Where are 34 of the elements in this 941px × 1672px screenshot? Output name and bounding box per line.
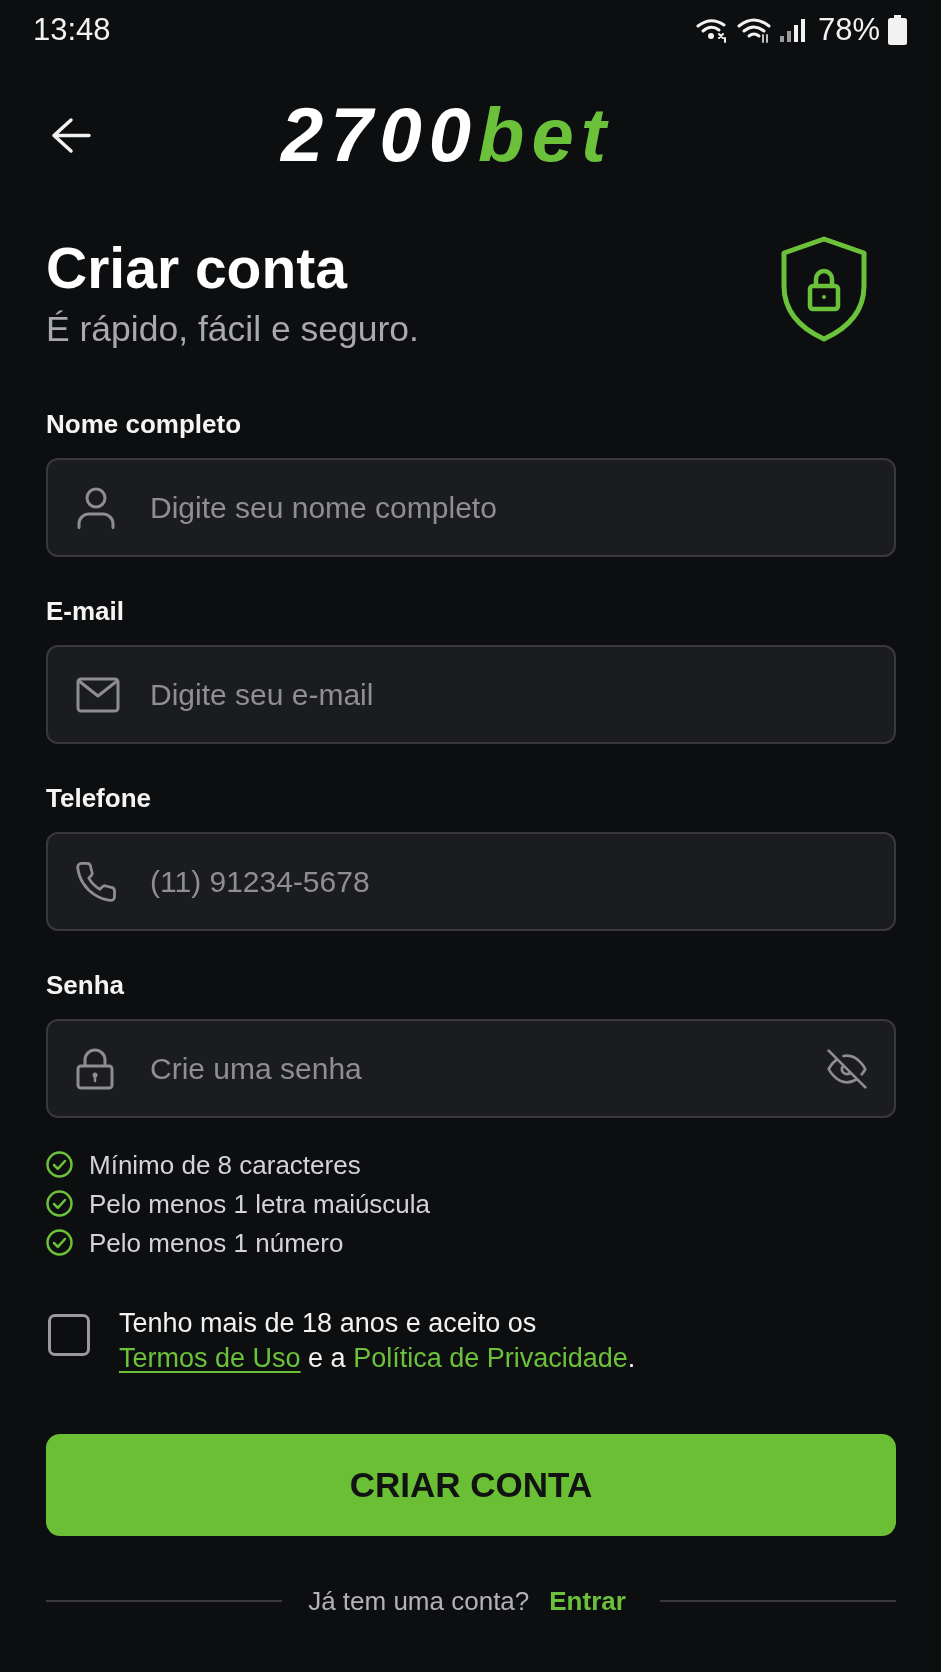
- field-label: Telefone: [46, 783, 151, 813]
- signal-icon: [778, 17, 806, 43]
- sign-in-link[interactable]: Entrar: [549, 1583, 626, 1619]
- footer-text: Já tem uma conta?: [308, 1585, 530, 1618]
- network-icon: [694, 17, 729, 43]
- battery-percentage: 78%: [817, 12, 880, 48]
- back-arrow-icon[interactable]: [51, 116, 91, 154]
- requirement-text: Mínimo de 8 caracteres: [89, 1148, 361, 1181]
- brand-logo: 2700bet: [281, 100, 614, 170]
- password-field[interactable]: Crie uma senha: [46, 1019, 896, 1118]
- page-subtitle: É rápido, fácil e seguro.: [46, 308, 419, 350]
- person-icon: [76, 486, 116, 529]
- phone-field[interactable]: (11) 91234-5678: [46, 832, 896, 931]
- status-time: 13:48: [33, 12, 111, 48]
- padlock-icon: [76, 1047, 114, 1090]
- create-account-button[interactable]: CRIAR CONTA: [46, 1434, 896, 1536]
- field-label: E-mail: [46, 596, 125, 626]
- consent-text: Tenho mais de 18 anos e aceito os Termos de Uso e a Política de Privacidade.: [119, 1307, 637, 1375]
- envelope-icon: [76, 676, 120, 713]
- requirement-text: Pelo menos 1 letra maiúscula: [89, 1187, 431, 1220]
- eye-off-icon[interactable]: [826, 1048, 868, 1089]
- field-label: Senha: [46, 970, 125, 1000]
- page-title: Criar conta: [46, 238, 349, 298]
- field-label: Nome completo: [46, 409, 242, 439]
- name-field[interactable]: Digite seu nome completo: [46, 458, 896, 557]
- battery-icon: [888, 15, 907, 45]
- shield-lock-icon: [779, 236, 869, 342]
- privacy-link[interactable]: Política de Privacidade: [353, 1343, 628, 1373]
- phone-icon: [76, 861, 116, 902]
- requirement-text: Pelo menos 1 número: [89, 1226, 344, 1259]
- wifi-icon: [736, 17, 771, 43]
- terms-link[interactable]: Termos de Uso: [119, 1343, 301, 1373]
- email-field[interactable]: Digite seu e-mail: [46, 645, 896, 744]
- checkbox[interactable]: [48, 1314, 90, 1356]
